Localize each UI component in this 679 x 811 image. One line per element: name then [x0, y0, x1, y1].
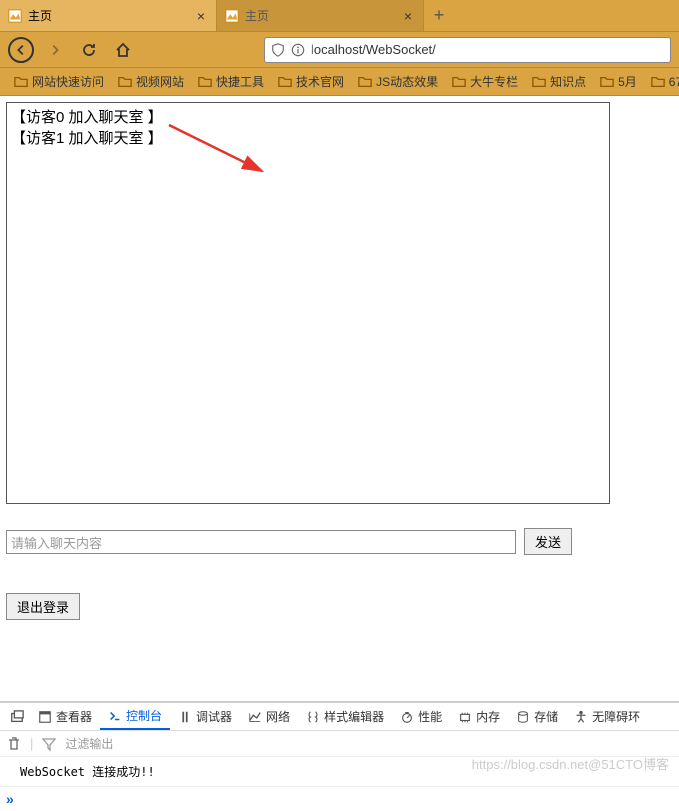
- devtools-tab-console[interactable]: 控制台: [100, 703, 170, 730]
- debugger-icon: [178, 710, 192, 724]
- tab-label: 内存: [476, 708, 500, 725]
- shield-icon[interactable]: [271, 43, 285, 57]
- tab-title: 主页: [28, 7, 188, 24]
- bookmark-label: 67: [669, 75, 679, 89]
- tab-label: 性能: [418, 708, 442, 725]
- devtools-panel: 查看器 控制台 调试器 网络 样式编辑器 性能 内存 存储 无障碍环 | 过滤输…: [0, 701, 679, 811]
- bookmark-label: 网站快速访问: [32, 73, 104, 90]
- filter-input[interactable]: 过滤输出: [65, 735, 113, 752]
- console-output: WebSocket 连接成功!!: [0, 757, 679, 786]
- bookmark-label: 大牛专栏: [470, 73, 518, 90]
- url-text: localhost/WebSocket/: [311, 42, 664, 57]
- devtools-tab-inspector[interactable]: 查看器: [30, 703, 100, 730]
- chat-messages-box: 【访客0 加入聊天室 】 【访客1 加入聊天室 】: [6, 102, 610, 504]
- chat-message: 【访客0 加入聊天室 】: [11, 107, 605, 128]
- bookmark-item[interactable]: 网站快速访问: [8, 71, 110, 92]
- page-favicon-icon: [225, 9, 239, 23]
- logout-button[interactable]: 退出登录: [6, 593, 80, 620]
- devtools-tab-performance[interactable]: 性能: [392, 703, 450, 730]
- tab-title: 主页: [245, 7, 395, 24]
- bookmark-label: 知识点: [550, 73, 586, 90]
- close-icon[interactable]: ×: [194, 9, 208, 23]
- browser-tab-active[interactable]: 主页 ×: [0, 0, 217, 31]
- page-content: 【访客0 加入聊天室 】 【访客1 加入聊天室 】 请输入聊天内容 发送 退出登…: [0, 96, 679, 672]
- devtools-tab-style[interactable]: 样式编辑器: [298, 703, 392, 730]
- accessibility-icon: [574, 710, 588, 724]
- bookmark-label: 快捷工具: [216, 73, 264, 90]
- home-button[interactable]: [110, 37, 136, 63]
- bookmark-label: 视频网站: [136, 73, 184, 90]
- bookmark-item[interactable]: 知识点: [526, 71, 592, 92]
- tab-label: 存储: [534, 708, 558, 725]
- console-log-line: WebSocket 连接成功!!: [10, 761, 669, 782]
- page-favicon-icon: [8, 9, 22, 23]
- forward-button: [42, 37, 68, 63]
- devtools-tab-memory[interactable]: 内存: [450, 703, 508, 730]
- browser-tab-inactive[interactable]: 主页 ×: [217, 0, 424, 31]
- folder-icon: [651, 75, 665, 89]
- performance-icon: [400, 710, 414, 724]
- bookmark-bar: 网站快速访问 视频网站 快捷工具 技术官网 JS动态效果 大牛专栏 知识点 5月…: [0, 68, 679, 96]
- logout-row: 退出登录: [6, 593, 673, 620]
- console-icon: [108, 709, 122, 723]
- devtools-tabs: 查看器 控制台 调试器 网络 样式编辑器 性能 内存 存储 无障碍环: [0, 703, 679, 731]
- folder-icon: [118, 75, 132, 89]
- console-prompt[interactable]: »: [0, 786, 679, 811]
- send-button[interactable]: 发送: [524, 528, 572, 555]
- chat-input[interactable]: 请输入聊天内容: [6, 530, 516, 554]
- bookmark-item[interactable]: 技术官网: [272, 71, 350, 92]
- tab-label: 查看器: [56, 708, 92, 725]
- folder-icon: [532, 75, 546, 89]
- folder-icon: [278, 75, 292, 89]
- bookmark-item[interactable]: JS动态效果: [352, 71, 444, 92]
- network-icon: [248, 710, 262, 724]
- devtools-tab-accessibility[interactable]: 无障碍环: [566, 703, 648, 730]
- chat-input-row: 请输入聊天内容 发送: [6, 528, 673, 555]
- style-icon: [306, 710, 320, 724]
- devtools-tab-debugger[interactable]: 调试器: [170, 703, 240, 730]
- browser-tab-bar: 主页 × 主页 × +: [0, 0, 679, 32]
- tab-label: 网络: [266, 708, 290, 725]
- folder-icon: [452, 75, 466, 89]
- chat-message: 【访客1 加入聊天室 】: [11, 128, 605, 149]
- tab-label: 无障碍环: [592, 708, 640, 725]
- bookmark-item[interactable]: 5月: [594, 71, 643, 92]
- devtools-tab-network[interactable]: 网络: [240, 703, 298, 730]
- bookmark-label: 5月: [618, 73, 637, 90]
- bookmark-item[interactable]: 快捷工具: [192, 71, 270, 92]
- arrow-annotation-icon: [167, 121, 277, 181]
- tab-label: 样式编辑器: [324, 708, 384, 725]
- url-bar[interactable]: localhost/WebSocket/: [264, 37, 671, 63]
- browser-nav-bar: localhost/WebSocket/: [0, 32, 679, 68]
- folder-icon: [14, 75, 28, 89]
- folder-icon: [358, 75, 372, 89]
- info-icon[interactable]: [291, 43, 305, 57]
- console-toolbar: | 过滤输出: [0, 731, 679, 757]
- devtools-tab-storage[interactable]: 存储: [508, 703, 566, 730]
- bookmark-item[interactable]: 视频网站: [112, 71, 190, 92]
- memory-icon: [458, 710, 472, 724]
- trash-icon[interactable]: [6, 736, 22, 752]
- bookmark-item[interactable]: 67: [645, 73, 679, 91]
- storage-icon: [516, 710, 530, 724]
- bookmark-item[interactable]: 大牛专栏: [446, 71, 524, 92]
- back-button[interactable]: [8, 37, 34, 63]
- bookmark-label: 技术官网: [296, 73, 344, 90]
- tab-label: 调试器: [196, 708, 232, 725]
- bookmark-label: JS动态效果: [376, 73, 438, 90]
- tab-label: 控制台: [126, 707, 162, 724]
- reload-button[interactable]: [76, 37, 102, 63]
- filter-icon[interactable]: [41, 736, 57, 752]
- inspector-icon: [38, 710, 52, 724]
- folder-icon: [600, 75, 614, 89]
- folder-icon: [198, 75, 212, 89]
- devtools-popup-button[interactable]: [4, 703, 30, 730]
- close-icon[interactable]: ×: [401, 9, 415, 23]
- new-tab-button[interactable]: +: [424, 0, 454, 31]
